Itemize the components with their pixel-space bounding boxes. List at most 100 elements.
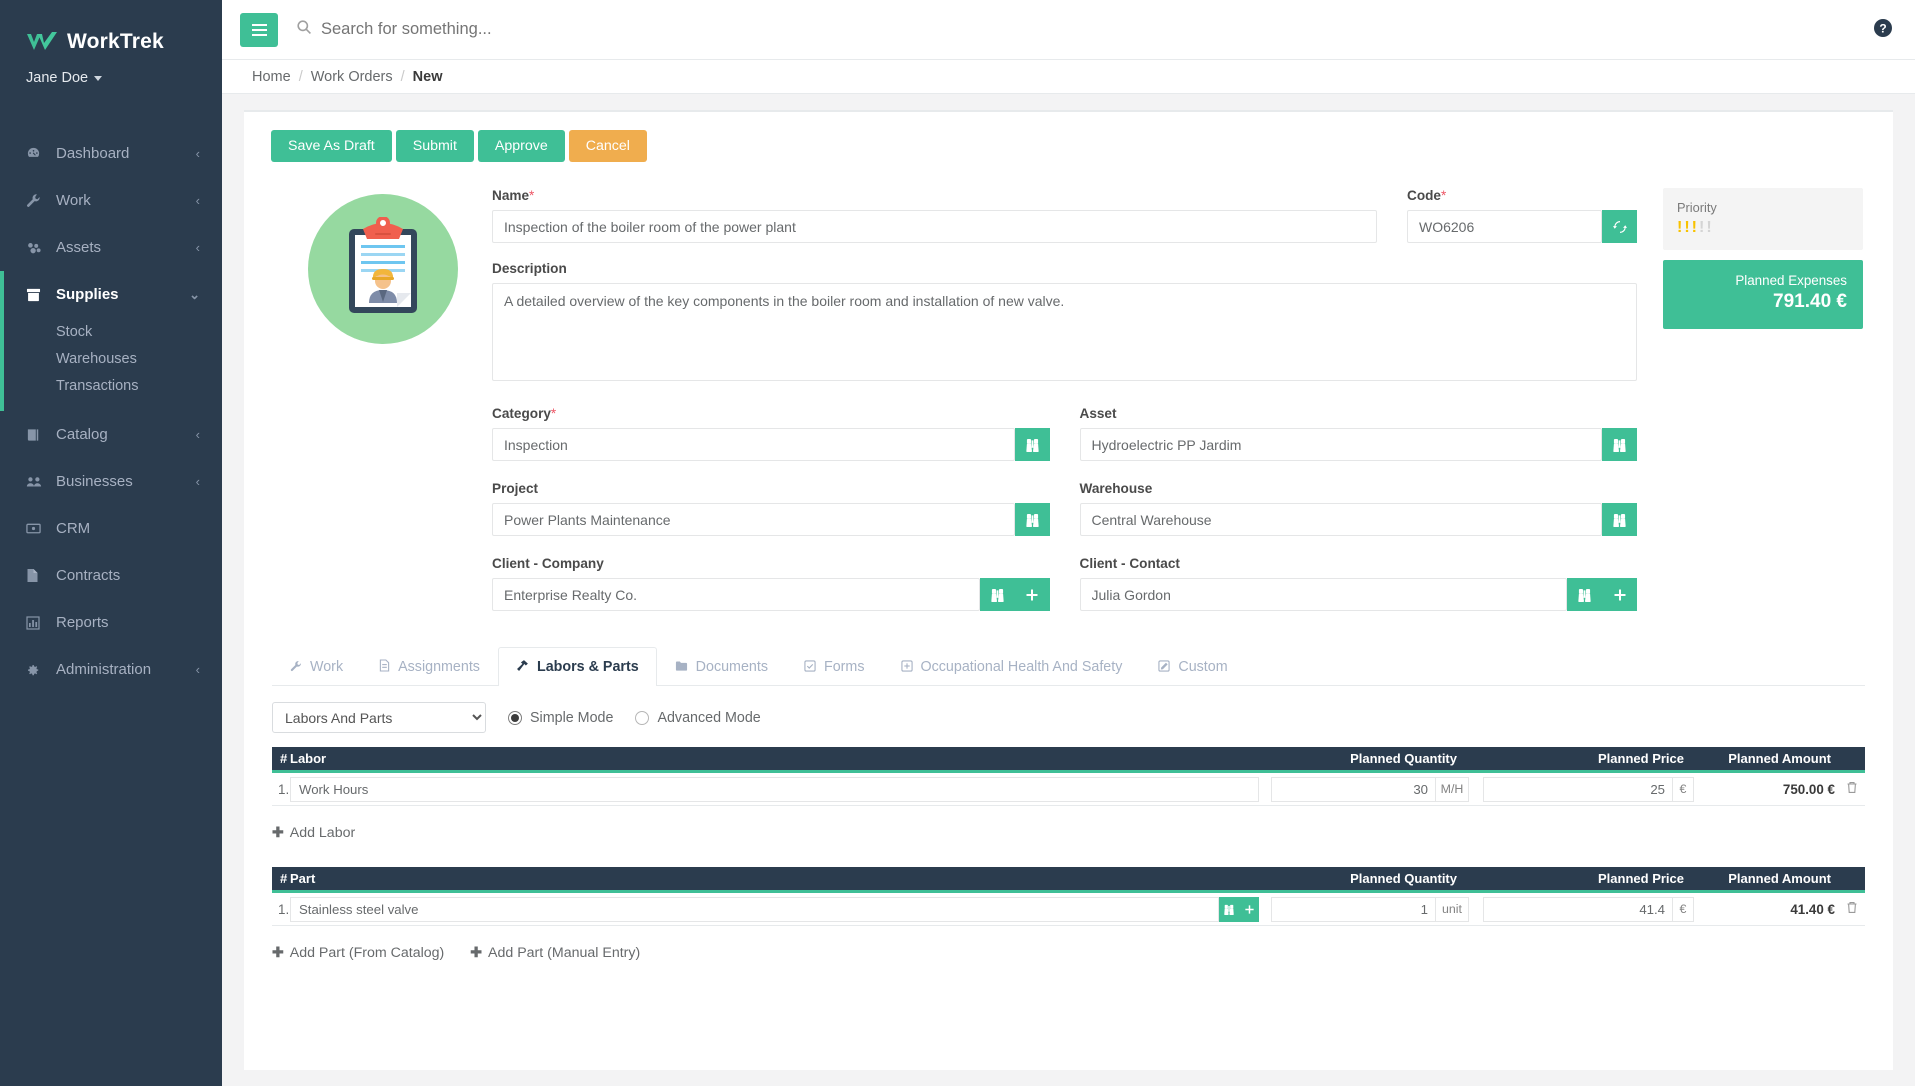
sidebar-item-administration[interactable]: Administration ‹	[0, 646, 222, 693]
sidebar-subitem-label: Transactions	[56, 378, 138, 394]
binoculars-icon[interactable]	[1015, 503, 1050, 536]
add-part-manual-entry-button[interactable]: ✚ Add Part (Manual Entry)	[470, 944, 640, 961]
hamburger-menu-icon[interactable]	[240, 13, 278, 47]
labor-col-amount: Planned Amount	[1694, 751, 1839, 766]
plus-icon[interactable]	[1239, 897, 1259, 922]
tab-custom[interactable]: Custom	[1140, 647, 1245, 686]
project-input[interactable]	[492, 503, 1015, 536]
tab-documents[interactable]: Documents	[657, 647, 786, 686]
sidebar-item-assets[interactable]: Assets ‹	[0, 224, 222, 271]
sidebar-item-transactions[interactable]: Transactions	[0, 372, 222, 399]
tab-assignments[interactable]: Assignments	[361, 647, 498, 686]
labor-unit-label: M/H	[1435, 777, 1469, 802]
warehouse-input[interactable]	[1080, 503, 1603, 536]
sidebar-item-stock[interactable]: Stock	[0, 318, 222, 345]
brand-logo-area[interactable]: WorkTrek	[26, 30, 222, 54]
trash-icon[interactable]	[1839, 901, 1865, 917]
mode-controls: Labors And Parts Simple Mode Advanced Mo…	[244, 686, 1893, 733]
binoculars-icon[interactable]	[1602, 503, 1637, 536]
sidebar-item-label: CRM	[48, 520, 200, 537]
sidebar-item-dashboard[interactable]: Dashboard ‹	[0, 130, 222, 177]
required-asterisk: *	[1441, 188, 1446, 203]
sidebar-item-reports[interactable]: Reports	[0, 599, 222, 646]
gear-icon	[26, 663, 48, 677]
plus-icon[interactable]	[1602, 578, 1637, 611]
tab-occupational-health-and-safety[interactable]: Occupational Health And Safety	[883, 647, 1141, 686]
chevron-left-icon: ‹	[196, 474, 200, 489]
priority-mark-5[interactable]: !	[1706, 220, 1711, 236]
binoculars-icon[interactable]	[1602, 428, 1637, 461]
help-circle-icon[interactable]: ?	[1873, 18, 1893, 42]
sidebar-item-work[interactable]: Work ‹	[0, 177, 222, 224]
save-as-draft-button[interactable]: Save As Draft	[271, 130, 392, 162]
name-input[interactable]	[492, 210, 1377, 243]
priority-marks[interactable]: ! ! ! ! !	[1677, 220, 1849, 236]
description-textarea[interactable]	[492, 283, 1637, 381]
labor-qty-input[interactable]	[1271, 777, 1435, 802]
client-contact-input[interactable]	[1080, 578, 1568, 611]
chevron-left-icon: ‹	[196, 240, 200, 255]
radio-dot-selected[interactable]	[508, 711, 522, 725]
add-labor-button[interactable]: ✚ Add Labor	[272, 824, 355, 841]
plus-icon: ✚	[272, 824, 284, 841]
approve-button[interactable]: Approve	[478, 130, 565, 162]
binoculars-icon[interactable]	[1015, 428, 1050, 461]
submit-button[interactable]: Submit	[396, 130, 474, 162]
breadcrumb-work-orders[interactable]: Work Orders	[311, 69, 393, 85]
tab-work[interactable]: Work	[272, 647, 361, 686]
priority-mark-2[interactable]: !	[1684, 220, 1689, 236]
add-part-from-catalog-button[interactable]: ✚ Add Part (From Catalog)	[272, 944, 444, 961]
trash-icon[interactable]	[1839, 781, 1865, 797]
radio-advanced-mode[interactable]: Advanced Mode	[635, 710, 760, 726]
plus-icon[interactable]	[1015, 578, 1050, 611]
part-name-input[interactable]	[290, 897, 1219, 922]
work-order-form: Name* Code*	[244, 162, 1893, 611]
tab-label: Assignments	[398, 659, 480, 675]
tab-forms[interactable]: Forms	[786, 647, 883, 686]
chevron-left-icon: ‹	[196, 146, 200, 161]
client-company-input[interactable]	[492, 578, 980, 611]
breadcrumb-home[interactable]: Home	[252, 69, 291, 85]
refresh-icon[interactable]	[1602, 210, 1637, 243]
priority-mark-4[interactable]: !	[1699, 220, 1704, 236]
sidebar-item-label: Contracts	[48, 567, 200, 584]
sidebar-item-businesses[interactable]: Businesses ‹	[0, 458, 222, 505]
sidebar-item-label: Reports	[48, 614, 200, 631]
radio-dot[interactable]	[635, 711, 649, 725]
book-icon	[26, 428, 48, 442]
part-qty-input[interactable]	[1271, 897, 1435, 922]
form-fields: Name* Code*	[492, 188, 1637, 611]
sidebar-item-contracts[interactable]: Contracts	[0, 552, 222, 599]
sidebar-item-catalog[interactable]: Catalog ‹	[0, 411, 222, 458]
cancel-button[interactable]: Cancel	[569, 130, 647, 162]
user-menu[interactable]: Jane Doe	[26, 70, 222, 86]
client-company-label: Client - Company	[492, 556, 1050, 571]
radio-simple-mode[interactable]: Simple Mode	[508, 710, 613, 726]
sidebar-item-label: Businesses	[48, 473, 196, 490]
field-name: Name*	[492, 188, 1377, 243]
labor-price-input[interactable]	[1483, 777, 1672, 802]
id-card-icon	[26, 522, 48, 535]
labor-name-input[interactable]	[290, 777, 1259, 802]
field-category: Category*	[492, 406, 1050, 461]
priority-mark-3[interactable]: !	[1692, 220, 1697, 236]
wrench-icon	[26, 193, 48, 208]
sidebar-item-warehouses[interactable]: Warehouses	[0, 345, 222, 372]
search-input[interactable]	[321, 20, 741, 39]
part-price-input[interactable]	[1483, 897, 1672, 922]
sidebar: WorkTrek Jane Doe Dashboard ‹ Work ‹ Ass…	[0, 0, 222, 1086]
cubes-icon	[26, 241, 48, 255]
code-input[interactable]	[1407, 210, 1602, 243]
sidebar-item-crm[interactable]: CRM	[0, 505, 222, 552]
asset-input[interactable]	[1080, 428, 1603, 461]
binoculars-icon[interactable]	[1567, 578, 1602, 611]
priority-mark-1[interactable]: !	[1677, 220, 1682, 236]
binoculars-icon[interactable]	[1219, 897, 1239, 922]
binoculars-icon[interactable]	[980, 578, 1015, 611]
tab-labors-and-parts[interactable]: Labors & Parts	[498, 647, 657, 686]
category-input[interactable]	[492, 428, 1015, 461]
sidebar-item-supplies[interactable]: Supplies ⌄	[0, 271, 222, 318]
file-icon	[26, 568, 48, 583]
section-select[interactable]: Labors And Parts	[272, 702, 486, 733]
add-part-catalog-label: Add Part (From Catalog)	[290, 945, 445, 961]
